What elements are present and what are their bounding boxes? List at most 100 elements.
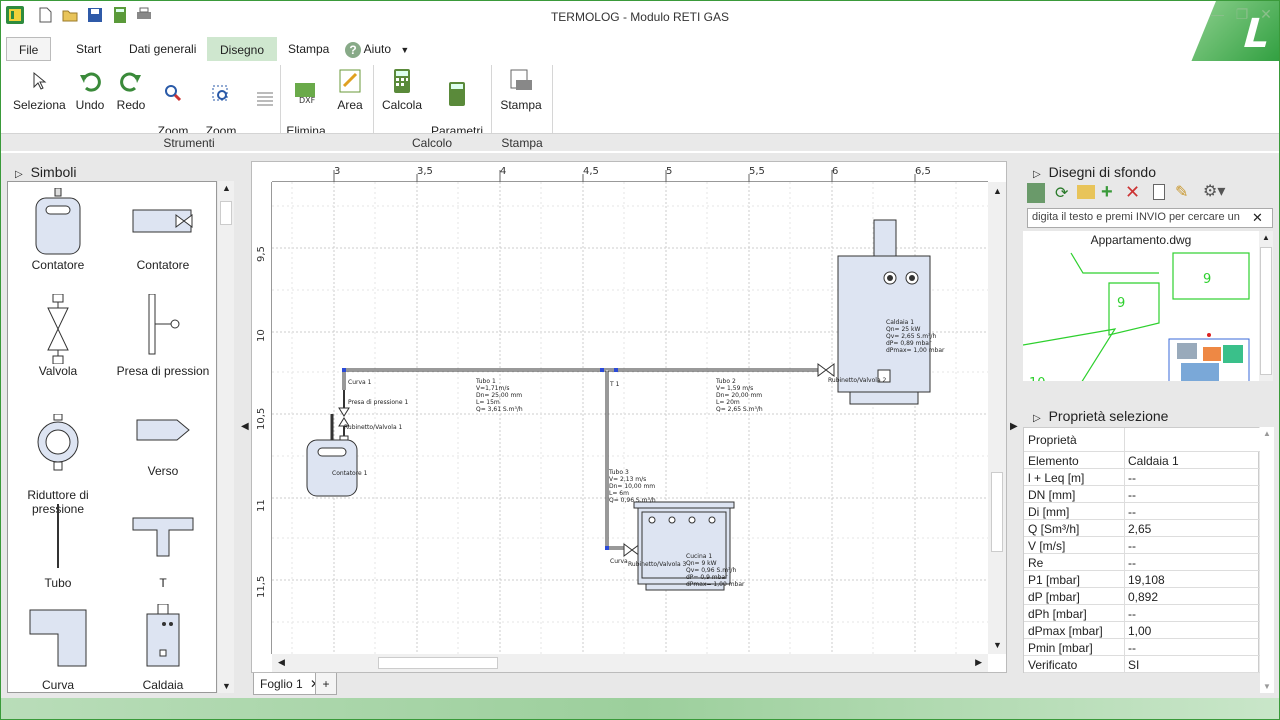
scroll-left-icon[interactable]: ◀ xyxy=(278,657,285,668)
symbols-scrollbar[interactable]: ▲ ▼ xyxy=(218,181,234,693)
property-value[interactable]: 2,65 xyxy=(1128,522,1151,536)
plan-number: 9 xyxy=(1203,272,1211,287)
valve-symbol[interactable] xyxy=(817,363,835,377)
tab-stampa[interactable]: Stampa xyxy=(276,37,341,61)
symbol-presa-pressione[interactable]: Presa di pression xyxy=(113,294,213,378)
canvas-hscrollbar[interactable]: ◀ ▶ xyxy=(272,654,988,672)
property-row[interactable]: P1 [mbar] 19,108 xyxy=(1024,571,1260,588)
tee-fitting-icon xyxy=(132,517,194,557)
property-row[interactable]: V [m/s] -- xyxy=(1024,537,1260,554)
symbol-t[interactable]: T xyxy=(113,504,213,590)
undo-button[interactable]: Undo xyxy=(73,67,107,112)
ruler-tick: 3 xyxy=(334,166,340,177)
canvas-vscrollbar[interactable]: ▲ ▼ xyxy=(988,182,1006,654)
scroll-down-icon[interactable]: ▼ xyxy=(222,681,231,691)
property-value[interactable]: -- xyxy=(1128,471,1136,485)
settings-icon[interactable]: ⚙▾ xyxy=(1203,181,1225,201)
property-value[interactable]: 1,00 xyxy=(1128,624,1151,638)
scroll-up-icon[interactable]: ▲ xyxy=(993,186,1002,196)
scroll-down-icon[interactable]: ▼ xyxy=(1263,682,1271,691)
tab-start[interactable]: Start xyxy=(64,37,113,61)
property-value[interactable]: -- xyxy=(1128,488,1136,502)
property-row[interactable]: Verificato SI xyxy=(1024,656,1260,673)
calcola-button[interactable]: Calcola xyxy=(382,67,422,112)
folder-icon[interactable] xyxy=(1077,185,1095,199)
stampa-button[interactable]: Stampa xyxy=(499,67,543,112)
symbol-caldaia[interactable]: Caldaia xyxy=(113,604,213,692)
properties-panel-header[interactable]: ▷ Proprietà selezione xyxy=(1033,408,1168,424)
tab-aiuto[interactable]: ? Aiuto ▼ xyxy=(341,37,421,61)
import-icon[interactable] xyxy=(1027,183,1045,203)
properties-scrollbar[interactable]: ▲ ▼ xyxy=(1260,427,1274,693)
symbols-panel-header[interactable]: ▷ Simboli xyxy=(15,164,77,180)
close-button[interactable]: ✕ xyxy=(1255,5,1277,23)
background-preview[interactable]: Appartamento.dwg 9 9 10 xyxy=(1023,231,1259,381)
tab-disegno[interactable]: Disegno xyxy=(207,37,278,61)
property-row[interactable]: dPmax [mbar] 1,00 xyxy=(1024,622,1260,639)
property-row[interactable]: Q [Sm³/h] 2,65 xyxy=(1024,520,1260,537)
redo-button[interactable]: Redo xyxy=(114,67,148,112)
symbol-curva[interactable]: Curva xyxy=(8,608,108,692)
property-value[interactable]: -- xyxy=(1128,556,1136,570)
property-value[interactable]: -- xyxy=(1128,641,1136,655)
scroll-thumb[interactable] xyxy=(1260,247,1272,375)
property-value[interactable]: SI xyxy=(1128,658,1139,672)
background-panel-header[interactable]: ▷ Disegni di sfondo xyxy=(1033,164,1156,180)
symbol-valvola[interactable]: Valvola xyxy=(8,294,108,378)
scroll-up-icon[interactable]: ▲ xyxy=(1262,233,1270,242)
label-line: Dn= 25,00 mm xyxy=(476,392,522,399)
pressure-tap-icon xyxy=(148,294,180,355)
property-key: Elemento xyxy=(1028,454,1079,468)
document-icon[interactable] xyxy=(1153,184,1165,200)
drawing-area[interactable]: Curva 1 Presa di pressione 1 Rubinetto/V… xyxy=(272,182,988,654)
scroll-thumb[interactable] xyxy=(220,201,232,225)
scroll-right-icon[interactable]: ▶ xyxy=(975,657,982,668)
valve-icon xyxy=(47,294,69,364)
property-row[interactable]: Pmin [mbar] -- xyxy=(1024,639,1260,656)
property-row[interactable]: Elemento Caldaia 1 xyxy=(1024,452,1260,469)
scroll-up-icon[interactable]: ▲ xyxy=(1263,429,1271,438)
property-row[interactable]: dPh [mbar] -- xyxy=(1024,605,1260,622)
group-calcolo-label: Calcolo xyxy=(411,136,453,150)
restore-button[interactable]: ❐ xyxy=(1231,5,1253,23)
property-value[interactable]: -- xyxy=(1128,539,1136,553)
property-value[interactable]: -- xyxy=(1128,607,1136,621)
property-value[interactable]: -- xyxy=(1128,505,1136,519)
calcola-label: Calcola xyxy=(382,98,423,112)
property-key: P1 [mbar] xyxy=(1028,573,1081,587)
scroll-thumb[interactable] xyxy=(378,657,498,669)
file-menu[interactable]: File xyxy=(6,37,52,61)
collapse-right-icon[interactable]: ▶ xyxy=(1010,421,1018,432)
clear-search-icon[interactable]: ✕ xyxy=(1252,210,1263,226)
property-value[interactable]: 19,108 xyxy=(1128,573,1165,587)
scroll-down-icon[interactable]: ▼ xyxy=(993,640,1002,650)
collapse-left-icon[interactable]: ◀ xyxy=(241,421,249,432)
minimize-button[interactable]: — xyxy=(1206,5,1228,23)
property-value[interactable]: 0,892 xyxy=(1128,590,1158,604)
refresh-icon[interactable]: ⟳ xyxy=(1055,183,1068,203)
symbol-tubo[interactable]: Tubo xyxy=(8,504,108,590)
background-toolbar: ⟳ + ✕ ✎ ⚙▾ xyxy=(1023,181,1273,205)
symbol-contatore-2[interactable]: Contatore xyxy=(113,188,213,272)
drawing-canvas[interactable]: 3 3,5 4 4,5 5 5,5 6 6,5 9,5 10 10,5 11 1… xyxy=(251,161,1007,673)
background-scrollbar[interactable]: ▲ xyxy=(1259,231,1273,381)
property-row[interactable]: dP [mbar] 0,892 xyxy=(1024,588,1260,605)
property-value[interactable]: Caldaia 1 xyxy=(1128,454,1179,468)
property-row[interactable]: Re -- xyxy=(1024,554,1260,571)
edit-icon[interactable]: ✎ xyxy=(1175,182,1188,202)
property-row[interactable]: Di [mm] -- xyxy=(1024,503,1260,520)
add-sheet-button[interactable]: + xyxy=(315,673,337,695)
scroll-thumb[interactable] xyxy=(991,472,1003,552)
scroll-up-icon[interactable]: ▲ xyxy=(222,183,231,193)
area-button[interactable]: Area xyxy=(335,67,365,112)
background-search-input[interactable]: digita il testo e premi INVIO per cercar… xyxy=(1027,208,1273,228)
delete-icon[interactable]: ✕ xyxy=(1125,182,1140,203)
layers-icon[interactable] xyxy=(253,89,277,112)
symbol-verso[interactable]: Verso xyxy=(113,400,213,478)
property-row[interactable]: l + Leq [m] -- xyxy=(1024,469,1260,486)
seleziona-button[interactable]: Seleziona xyxy=(13,67,66,112)
tab-dati-generali[interactable]: Dati generali xyxy=(117,37,208,61)
add-icon[interactable]: + xyxy=(1101,181,1113,204)
symbol-contatore[interactable]: Contatore xyxy=(8,188,108,272)
property-row[interactable]: DN [mm] -- xyxy=(1024,486,1260,503)
